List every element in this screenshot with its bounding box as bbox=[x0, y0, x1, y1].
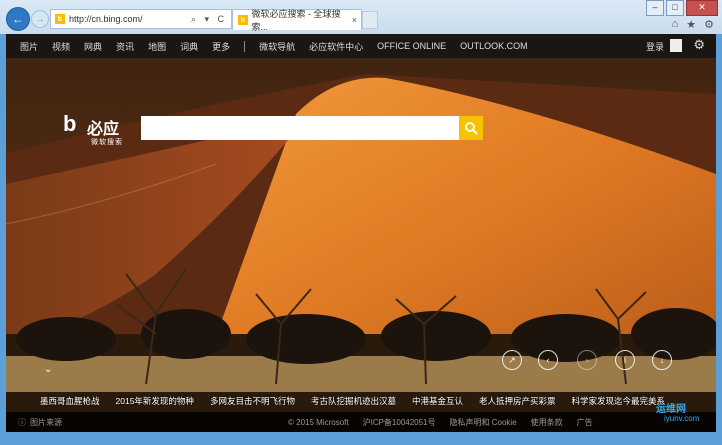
browser-icons: ⌂ ★ ⚙ bbox=[672, 18, 714, 31]
nav-item-videos[interactable]: 视频 bbox=[52, 40, 70, 53]
browser-window: ← → b http://cn.bing.com/ ⌕ ▾ C b 微软必应搜索… bbox=[0, 0, 722, 445]
forward-button[interactable]: → bbox=[31, 10, 49, 28]
favorites-star-icon[interactable]: ★ bbox=[686, 18, 696, 31]
previous-image-button[interactable]: ‹ bbox=[538, 350, 558, 370]
search-button[interactable] bbox=[459, 116, 483, 140]
copyright-text: © 2015 Microsoft bbox=[288, 417, 349, 427]
download-icon: ↓ bbox=[659, 355, 665, 365]
address-bar[interactable]: b http://cn.bing.com/ ⌕ ▾ C bbox=[50, 9, 232, 29]
chevron-left-icon: ‹ bbox=[546, 355, 550, 365]
news-item[interactable]: 墨西哥血腥枪战 bbox=[40, 395, 100, 407]
close-window-button[interactable]: ✕ bbox=[686, 0, 718, 16]
nav-item-outlook[interactable]: OUTLOOK.COM bbox=[460, 41, 528, 51]
logo-name: 必应 bbox=[87, 121, 120, 138]
tab-bing[interactable]: b 微软必应搜索 - 全球搜索... × bbox=[232, 9, 362, 32]
news-strip: 墨西哥血腥枪战 2015年新发现的物种 多网友目击不明飞行物 考古队挖掘机迹出汉… bbox=[6, 391, 716, 411]
info-icon: i bbox=[624, 355, 626, 365]
bing-b-icon: b bbox=[63, 111, 77, 136]
next-image-button[interactable]: › bbox=[577, 350, 597, 370]
image-info-button[interactable]: i bbox=[615, 350, 635, 370]
nav-item-dictionary-web[interactable]: 网典 bbox=[84, 40, 102, 53]
news-item[interactable]: 老人抵押房产买彩票 bbox=[479, 395, 556, 407]
terms-link[interactable]: 使用条款 bbox=[531, 417, 563, 428]
page-footer: ⓘ 图片来源 © 2015 Microsoft 沪ICP备10042051号 隐… bbox=[6, 412, 716, 432]
nav-item-msn-nav[interactable]: 微软导航 bbox=[259, 40, 295, 53]
privacy-link[interactable]: 隐私声明和 Cookie bbox=[450, 417, 517, 428]
news-item[interactable]: 考古队挖掘机迹出汉墓 bbox=[311, 395, 396, 407]
ads-link[interactable]: 广告 bbox=[577, 417, 593, 428]
nav-divider bbox=[244, 40, 246, 52]
settings-gear-icon[interactable]: ⚙ bbox=[693, 37, 705, 53]
image-source-link[interactable]: 图片来源 bbox=[30, 417, 62, 428]
bing-page: 图片 视频 网典 资讯 地图 词典 更多 微软导航 必应软件中心 OFFICE … bbox=[6, 34, 716, 432]
download-button[interactable]: ↓ bbox=[652, 350, 672, 370]
nav-item-more[interactable]: 更多 bbox=[212, 40, 230, 53]
top-navbar: 图片 视频 网典 资讯 地图 词典 更多 微软导航 必应软件中心 OFFICE … bbox=[6, 34, 716, 58]
logo-subtitle: 微软搜索 bbox=[91, 139, 123, 146]
nav-item-dictionary[interactable]: 词典 bbox=[180, 40, 198, 53]
nav-item-images[interactable]: 图片 bbox=[20, 40, 38, 53]
browser-toolbar: ← → b http://cn.bing.com/ ⌕ ▾ C b 微软必应搜索… bbox=[0, 0, 722, 34]
bing-favicon-icon: b bbox=[55, 14, 65, 24]
nav-item-maps[interactable]: 地图 bbox=[148, 40, 166, 53]
news-item[interactable]: 中港基金互认 bbox=[412, 395, 463, 407]
address-url[interactable]: http://cn.bing.com/ bbox=[69, 14, 143, 24]
nav-item-office-online[interactable]: OFFICE ONLINE bbox=[377, 41, 446, 51]
background-desert-image bbox=[6, 34, 716, 432]
window-controls: – □ ✕ bbox=[644, 0, 718, 16]
login-link[interactable]: 登录 bbox=[646, 40, 664, 53]
share-button[interactable]: ↗ bbox=[502, 350, 522, 370]
user-avatar-icon[interactable] bbox=[670, 39, 682, 52]
search-icon bbox=[465, 122, 478, 135]
settings-gear-icon[interactable]: ⚙ bbox=[704, 18, 714, 31]
chevron-right-icon: › bbox=[585, 355, 589, 365]
home-icon[interactable]: ⌂ bbox=[672, 18, 679, 31]
news-item[interactable]: 多网友目击不明飞行物 bbox=[210, 395, 295, 407]
watermark-logo: 运维网 bbox=[656, 404, 686, 415]
news-item[interactable]: 科学家发现迄今最完美系 bbox=[572, 395, 666, 407]
minimize-button[interactable]: – bbox=[646, 0, 664, 16]
bing-favicon-icon: b bbox=[238, 15, 248, 25]
nav-item-news[interactable]: 资讯 bbox=[116, 40, 134, 53]
address-tools[interactable]: ⌕ ▾ C bbox=[191, 14, 231, 25]
back-button[interactable]: ← bbox=[6, 7, 30, 31]
nav-item-software-center[interactable]: 必应软件中心 bbox=[309, 40, 363, 53]
maximize-button[interactable]: □ bbox=[666, 0, 684, 16]
tab-close-icon[interactable]: × bbox=[352, 15, 357, 25]
tab-title: 微软必应搜索 - 全球搜索... bbox=[251, 9, 341, 32]
chevron-down-icon[interactable]: ⌄ bbox=[44, 364, 52, 375]
watermark-url: iyunv.com bbox=[664, 414, 700, 423]
info-circle-icon: ⓘ bbox=[18, 417, 26, 427]
new-tab-button[interactable] bbox=[362, 11, 378, 29]
share-icon: ↗ bbox=[508, 354, 516, 365]
search-input[interactable] bbox=[141, 116, 459, 140]
icp-link[interactable]: 沪ICP备10042051号 bbox=[363, 417, 436, 428]
news-item[interactable]: 2015年新发现的物种 bbox=[116, 395, 194, 407]
